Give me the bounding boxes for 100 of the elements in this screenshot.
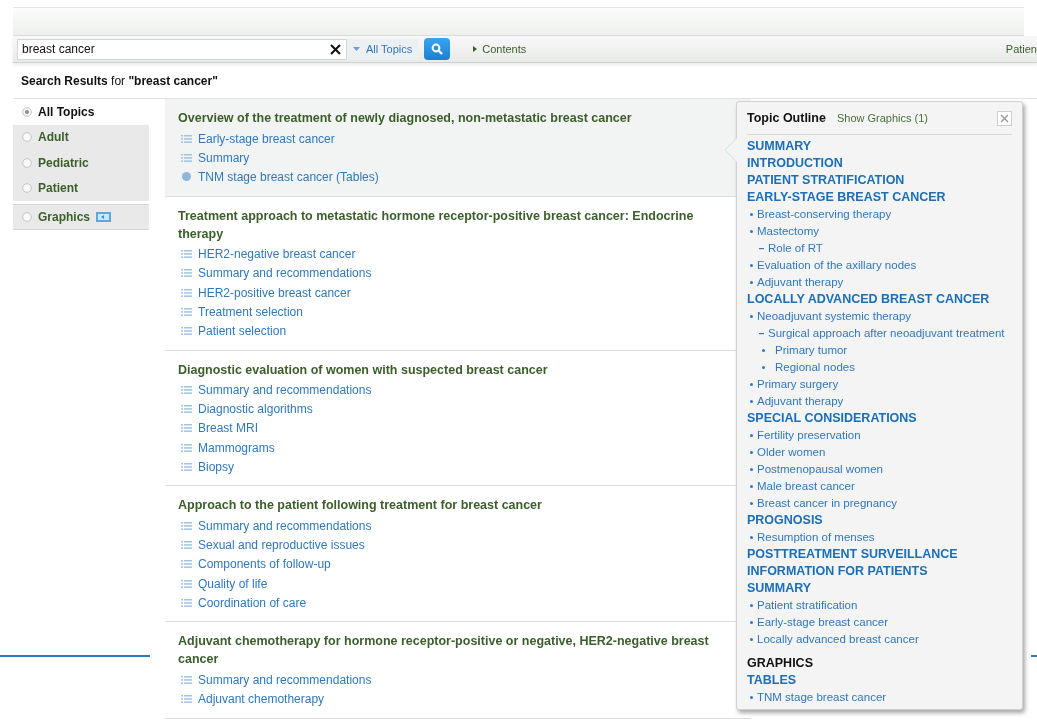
section-link[interactable]: HER2-negative breast cancer (198, 245, 356, 264)
result-title-link[interactable]: Adjuvant chemotherapy for hormone receptor-positive or negative, HER2-negative breast cancer (178, 632, 738, 669)
filter-option[interactable]: Pediatric (13, 150, 149, 176)
outline-heading-link[interactable]: INFORMATION FOR PATIENTS (747, 563, 1012, 580)
radio-button[interactable] (22, 157, 32, 168)
radio-button[interactable] (22, 132, 32, 143)
list-icon (181, 326, 192, 335)
section-link[interactable]: TNM stage breast cancer (Tables) (198, 167, 379, 186)
result-title-link[interactable]: Overview of the treatment of newly diagnosed, non-metastatic breast cancer (178, 109, 738, 127)
list-icon (181, 443, 192, 452)
outline-link[interactable]: Primary surgery (757, 375, 839, 394)
section-link[interactable]: Components of follow-up (198, 555, 331, 574)
bullet-icon (750, 621, 753, 624)
contents-link[interactable]: Contents (482, 40, 527, 58)
search-icon (431, 43, 444, 55)
section-link[interactable]: Patient selection (198, 321, 287, 340)
section-link[interactable]: Summary and recommendations (198, 517, 372, 536)
radio-button[interactable] (22, 106, 32, 117)
outline-heading-link[interactable]: INTRODUCTION (747, 155, 1012, 172)
bullet-icon (750, 383, 753, 386)
outline-link[interactable]: Breast cancer in pregnancy (757, 494, 897, 513)
outline-link[interactable]: Regional nodes (775, 358, 855, 377)
outline-heading: GRAPHICS (747, 655, 814, 672)
outline-link[interactable]: Male breast cancer (757, 477, 855, 496)
result-title-link[interactable]: Treatment approach to metastatic hormone receptor-positive breast cancer: Endocrine therapy (178, 206, 738, 243)
filter-option[interactable]: Patient (13, 175, 149, 201)
outline-link[interactable]: Patient stratification (757, 596, 858, 615)
bullet-icon (750, 604, 753, 607)
outline-link[interactable]: Resumption of menses (757, 528, 875, 547)
list-icon (181, 134, 192, 143)
filter-option[interactable]: Adult (13, 124, 149, 150)
list-icon (181, 405, 192, 414)
section-link[interactable]: Biopsy (198, 457, 235, 476)
section-link[interactable]: Diagnostic algorithms (198, 400, 313, 419)
outline-heading-link[interactable]: SUMMARY (747, 580, 1012, 597)
outline-link[interactable]: Older women (757, 443, 826, 462)
outline-link[interactable]: Mastectomy (757, 222, 819, 241)
dash-icon (759, 247, 764, 250)
section-link[interactable]: Coordination of care (198, 593, 307, 612)
section-link[interactable]: Summary and recommendations (198, 381, 372, 400)
outline-link[interactable]: Role of RT (768, 239, 823, 258)
outline-link[interactable]: Adjuvant therapy (757, 392, 844, 411)
show-graphics-link[interactable]: Show Graphics (1) (836, 109, 929, 127)
bullet-icon (762, 349, 765, 352)
outline-heading-link[interactable]: PATIENT STRATIFICATION (747, 172, 1012, 189)
list-icon (181, 462, 192, 471)
outline-link[interactable]: Locally advanced breast cancer (757, 630, 919, 649)
radio-button[interactable] (22, 183, 32, 194)
result-title-link[interactable]: Diagnostic evaluation of women with suspected breast cancer (178, 360, 738, 379)
outline-link[interactable]: Surgical approach after neoadjuvant treatment (768, 324, 1005, 343)
filter-option[interactable]: Graphics (13, 204, 149, 230)
list-icon (181, 522, 192, 531)
list-icon (181, 675, 192, 684)
outline-heading-link[interactable]: EARLY-STAGE BREAST CANCER (747, 189, 1012, 206)
list-icon (181, 288, 192, 297)
outline-link[interactable]: Adjuvant therapy (757, 273, 844, 292)
search-button[interactable] (424, 38, 451, 60)
outline-link[interactable]: Breast-conserving therapy (757, 205, 892, 224)
section-link[interactable]: Treatment selection (198, 302, 303, 321)
section-link[interactable]: HER2-positive breast cancer (198, 283, 351, 302)
patient-link[interactable]: Patien (1005, 40, 1037, 58)
close-button[interactable] (997, 110, 1012, 126)
bullet-icon (750, 281, 753, 284)
outline-heading-link[interactable]: SPECIAL CONSIDERATIONS (747, 410, 1012, 427)
section-link[interactable]: Summary and recommendations (198, 670, 372, 689)
image-icon (96, 212, 112, 222)
bullet-icon (750, 468, 753, 471)
outline-heading-link[interactable]: LOCALLY ADVANCED BREAST CANCER (747, 291, 1012, 308)
outline-link[interactable]: Primary tumor (775, 341, 848, 360)
section-link[interactable]: Quality of life (198, 574, 268, 593)
section-link[interactable]: Sexual and reproductive issues (198, 536, 365, 555)
list-icon (181, 541, 192, 550)
section-link[interactable]: Summary (198, 148, 250, 167)
bullet-icon (750, 451, 753, 454)
close-icon (1000, 113, 1009, 123)
bullet-icon (750, 536, 753, 539)
section-link[interactable]: Summary and recommendations (198, 264, 372, 283)
section-link[interactable]: Early-stage breast cancer (198, 129, 335, 148)
bullet-icon (750, 400, 753, 403)
bullet-icon (750, 485, 753, 488)
section-link[interactable]: Breast MRI (198, 419, 258, 438)
section-link[interactable]: Mammograms (198, 438, 275, 457)
outline-link[interactable]: TNM stage breast cancer (757, 688, 887, 707)
outline-link[interactable]: Early-stage breast cancer (757, 613, 889, 632)
section-link[interactable]: Adjuvant chemotherapy (198, 690, 325, 709)
outline-link[interactable]: Evaluation of the axillary nodes (757, 256, 917, 275)
radio-button[interactable] (22, 212, 32, 222)
outline-heading-link[interactable]: SUMMARY (747, 138, 1012, 155)
outline-link[interactable]: Fertility preservation (757, 426, 861, 445)
outline-heading-link[interactable]: TABLES (747, 672, 1012, 689)
outline-heading-link[interactable]: PROGNOSIS (747, 512, 1012, 529)
outline-link[interactable]: Postmenopausal women (757, 460, 883, 479)
scope-dropdown[interactable]: All Topics (347, 38, 419, 60)
popup-title: Topic Outline (747, 109, 826, 127)
bullet-icon (750, 638, 753, 641)
list-icon (181, 560, 192, 569)
outline-heading-link[interactable]: POSTTREATMENT SURVEILLANCE (747, 546, 1012, 563)
bullet-icon (750, 264, 753, 267)
result-title-link[interactable]: Approach to the patient following treatment for breast cancer (178, 496, 738, 515)
outline-link[interactable]: Neoadjuvant systemic therapy (757, 307, 912, 326)
